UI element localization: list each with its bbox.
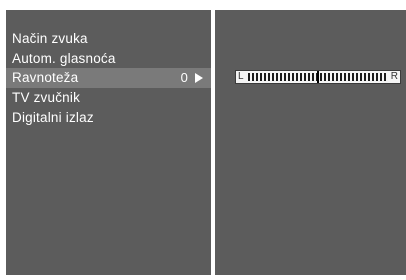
balance-value-display: 0 — [181, 68, 203, 88]
menu-item-auto-volume[interactable]: Autom. glasnoća — [6, 49, 211, 69]
menu-item-label: TV zvučnik — [12, 90, 81, 105]
balance-slider[interactable]: L R — [235, 70, 401, 84]
balance-detail-panel: L R — [215, 10, 406, 275]
balance-track — [248, 71, 388, 83]
menu-item-sound-mode[interactable]: Način zvuka — [6, 29, 211, 49]
arrow-right-icon — [195, 73, 203, 83]
balance-value: 0 — [180, 70, 188, 85]
menu-item-label: Autom. glasnoća — [12, 51, 116, 66]
menu-item-label: Način zvuka — [12, 31, 88, 46]
balance-left-label: L — [238, 71, 244, 82]
balance-center-marker — [317, 71, 319, 83]
sound-menu-panel: Način zvuka Autom. glasnoća Ravnoteža 0 … — [6, 10, 211, 275]
menu-item-balance[interactable]: Ravnoteža 0 — [6, 68, 211, 88]
menu-item-tv-speaker[interactable]: TV zvučnik — [6, 88, 211, 108]
balance-right-label: R — [390, 71, 398, 82]
menu-item-label: Digitalni izlaz — [12, 110, 94, 125]
tv-menu-screen: Način zvuka Autom. glasnoća Ravnoteža 0 … — [0, 0, 406, 280]
menu-item-digital-output[interactable]: Digitalni izlaz — [6, 108, 211, 128]
menu-item-label: Ravnoteža — [12, 70, 79, 85]
